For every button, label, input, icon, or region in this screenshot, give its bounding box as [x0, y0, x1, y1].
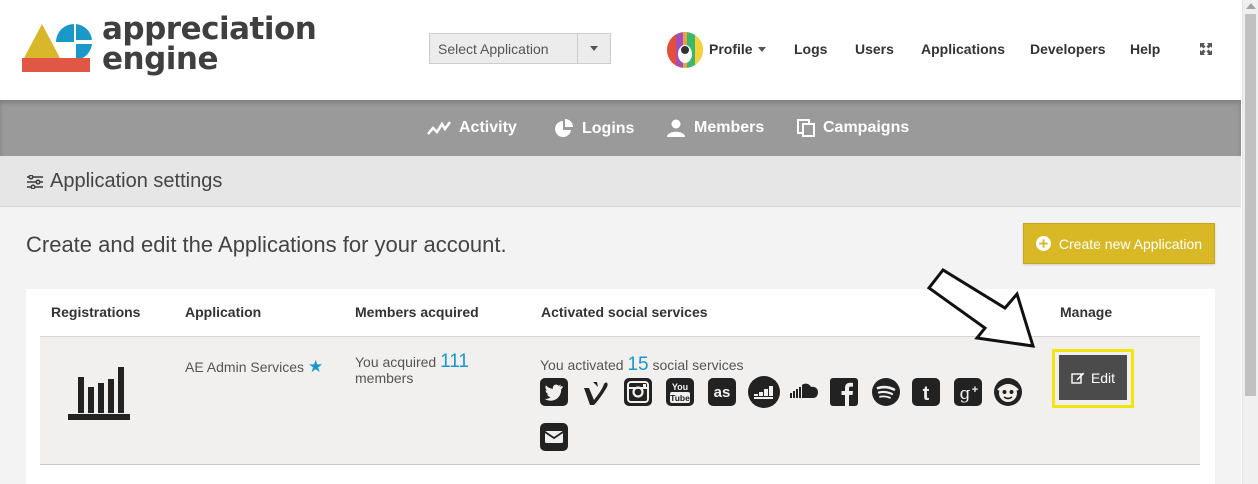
activity-icon [427, 121, 451, 135]
tab-activity[interactable]: Activity [427, 119, 517, 137]
nav-help[interactable]: Help [1130, 41, 1160, 57]
settings-bar: Application settings [0, 156, 1241, 207]
tab-members-label: Members [694, 119, 765, 136]
svg-text:t: t [923, 383, 930, 405]
col-header-manage: Manage [1060, 304, 1113, 320]
acquired-prefix: You acquired [355, 354, 437, 370]
profile-menu[interactable]: Profile [709, 41, 766, 57]
col-header-members-acquired: Members acquired [355, 304, 479, 320]
svg-text:Tube: Tube [670, 393, 690, 403]
vine-icon [584, 382, 608, 405]
main-content: Create and edit the Applications for you… [0, 207, 1241, 484]
avatar[interactable] [667, 32, 703, 68]
plus-circle-icon [1035, 236, 1051, 251]
napster-icon [994, 378, 1022, 406]
youtube-icon: YouTube [666, 378, 694, 406]
nav-applications[interactable]: Applications [921, 41, 1005, 57]
tab-members[interactable]: Members [666, 119, 764, 137]
brand-line-1: appreciation [102, 11, 317, 47]
col-header-social-services: Activated social services [541, 304, 708, 320]
svg-text:as: as [714, 384, 731, 401]
soundcloud-icon [790, 383, 818, 398]
acquired-count: 111 [440, 351, 469, 372]
nav-logs[interactable]: Logs [794, 41, 827, 57]
sub-navigation: Activity Logins Members Campaigns [0, 100, 1241, 156]
sliders-icon [27, 174, 43, 189]
email-icon [540, 423, 568, 451]
select-application-dropdown[interactable]: Select Application [429, 33, 611, 64]
pie-chart-icon [555, 119, 573, 137]
tab-campaigns[interactable]: Campaigns [797, 119, 909, 137]
svg-text:g: g [960, 384, 971, 404]
activated-suffix: social services [652, 357, 744, 373]
star-icon[interactable]: ★ [308, 357, 323, 376]
tab-logins[interactable]: Logins [554, 119, 634, 139]
brand-line-2: engine [102, 41, 219, 77]
lastfm-icon: as [708, 378, 736, 406]
profile-label: Profile [709, 41, 753, 57]
deezer-icon [748, 376, 780, 408]
acquired-suffix: members [355, 370, 414, 386]
edit-button[interactable]: Edit [1059, 355, 1127, 400]
chevron-down-icon[interactable] [577, 34, 610, 63]
tab-activity-label: Activity [459, 119, 517, 136]
facebook-icon [830, 378, 858, 406]
expand-icon[interactable] [1199, 42, 1213, 56]
scrollbar-thumb[interactable] [1245, 14, 1256, 396]
edit-icon [1071, 372, 1085, 384]
user-icon [667, 119, 685, 137]
annotation-arrow-icon [926, 268, 1036, 348]
brand-wordmark[interactable]: appreciation engine [102, 11, 317, 77]
activated-prefix: You activated [540, 357, 624, 373]
spotify-icon [872, 378, 900, 406]
svg-text:+: + [972, 384, 978, 396]
tab-logins-label: Logins [582, 120, 635, 137]
create-new-application-button[interactable]: Create new Application [1023, 223, 1215, 264]
chevron-down-icon [757, 46, 766, 52]
col-header-application: Application [185, 304, 262, 320]
activated-services-text: You activated 15 social services [540, 354, 744, 376]
page-title: Application settings [26, 170, 222, 193]
svg-text:You: You [672, 382, 688, 392]
page-title-text: Application settings [50, 170, 223, 192]
tab-campaigns-label: Campaigns [823, 119, 910, 136]
twitter-icon [540, 378, 568, 406]
col-header-registrations: Registrations [51, 304, 141, 320]
create-new-application-label: Create new Application [1058, 235, 1203, 252]
activated-count: 15 [627, 354, 649, 375]
edit-label: Edit [1090, 369, 1116, 386]
nav-users[interactable]: Users [855, 41, 894, 57]
members-acquired-cell: You acquired 111 members [355, 351, 469, 386]
google-plus-icon: g + [954, 378, 982, 406]
application-name-link[interactable]: AE Admin Services [185, 359, 304, 375]
scroll-up-icon[interactable] [1246, 3, 1256, 9]
copy-icon [797, 119, 815, 137]
tumblr-icon: t [912, 378, 940, 406]
nav-developers[interactable]: Developers [1030, 41, 1105, 57]
vertical-scrollbar[interactable] [1242, 0, 1258, 484]
bar-chart-icon [68, 367, 130, 420]
ae-logo-icon [22, 24, 92, 72]
instagram-icon [624, 378, 652, 406]
page-lead-text: Create and edit the Applications for you… [26, 232, 507, 257]
application-name-cell: AE Admin Services ★ [185, 357, 323, 377]
select-application-label: Select Application [438, 41, 549, 57]
top-header: appreciation engine Select Application P… [0, 0, 1241, 100]
